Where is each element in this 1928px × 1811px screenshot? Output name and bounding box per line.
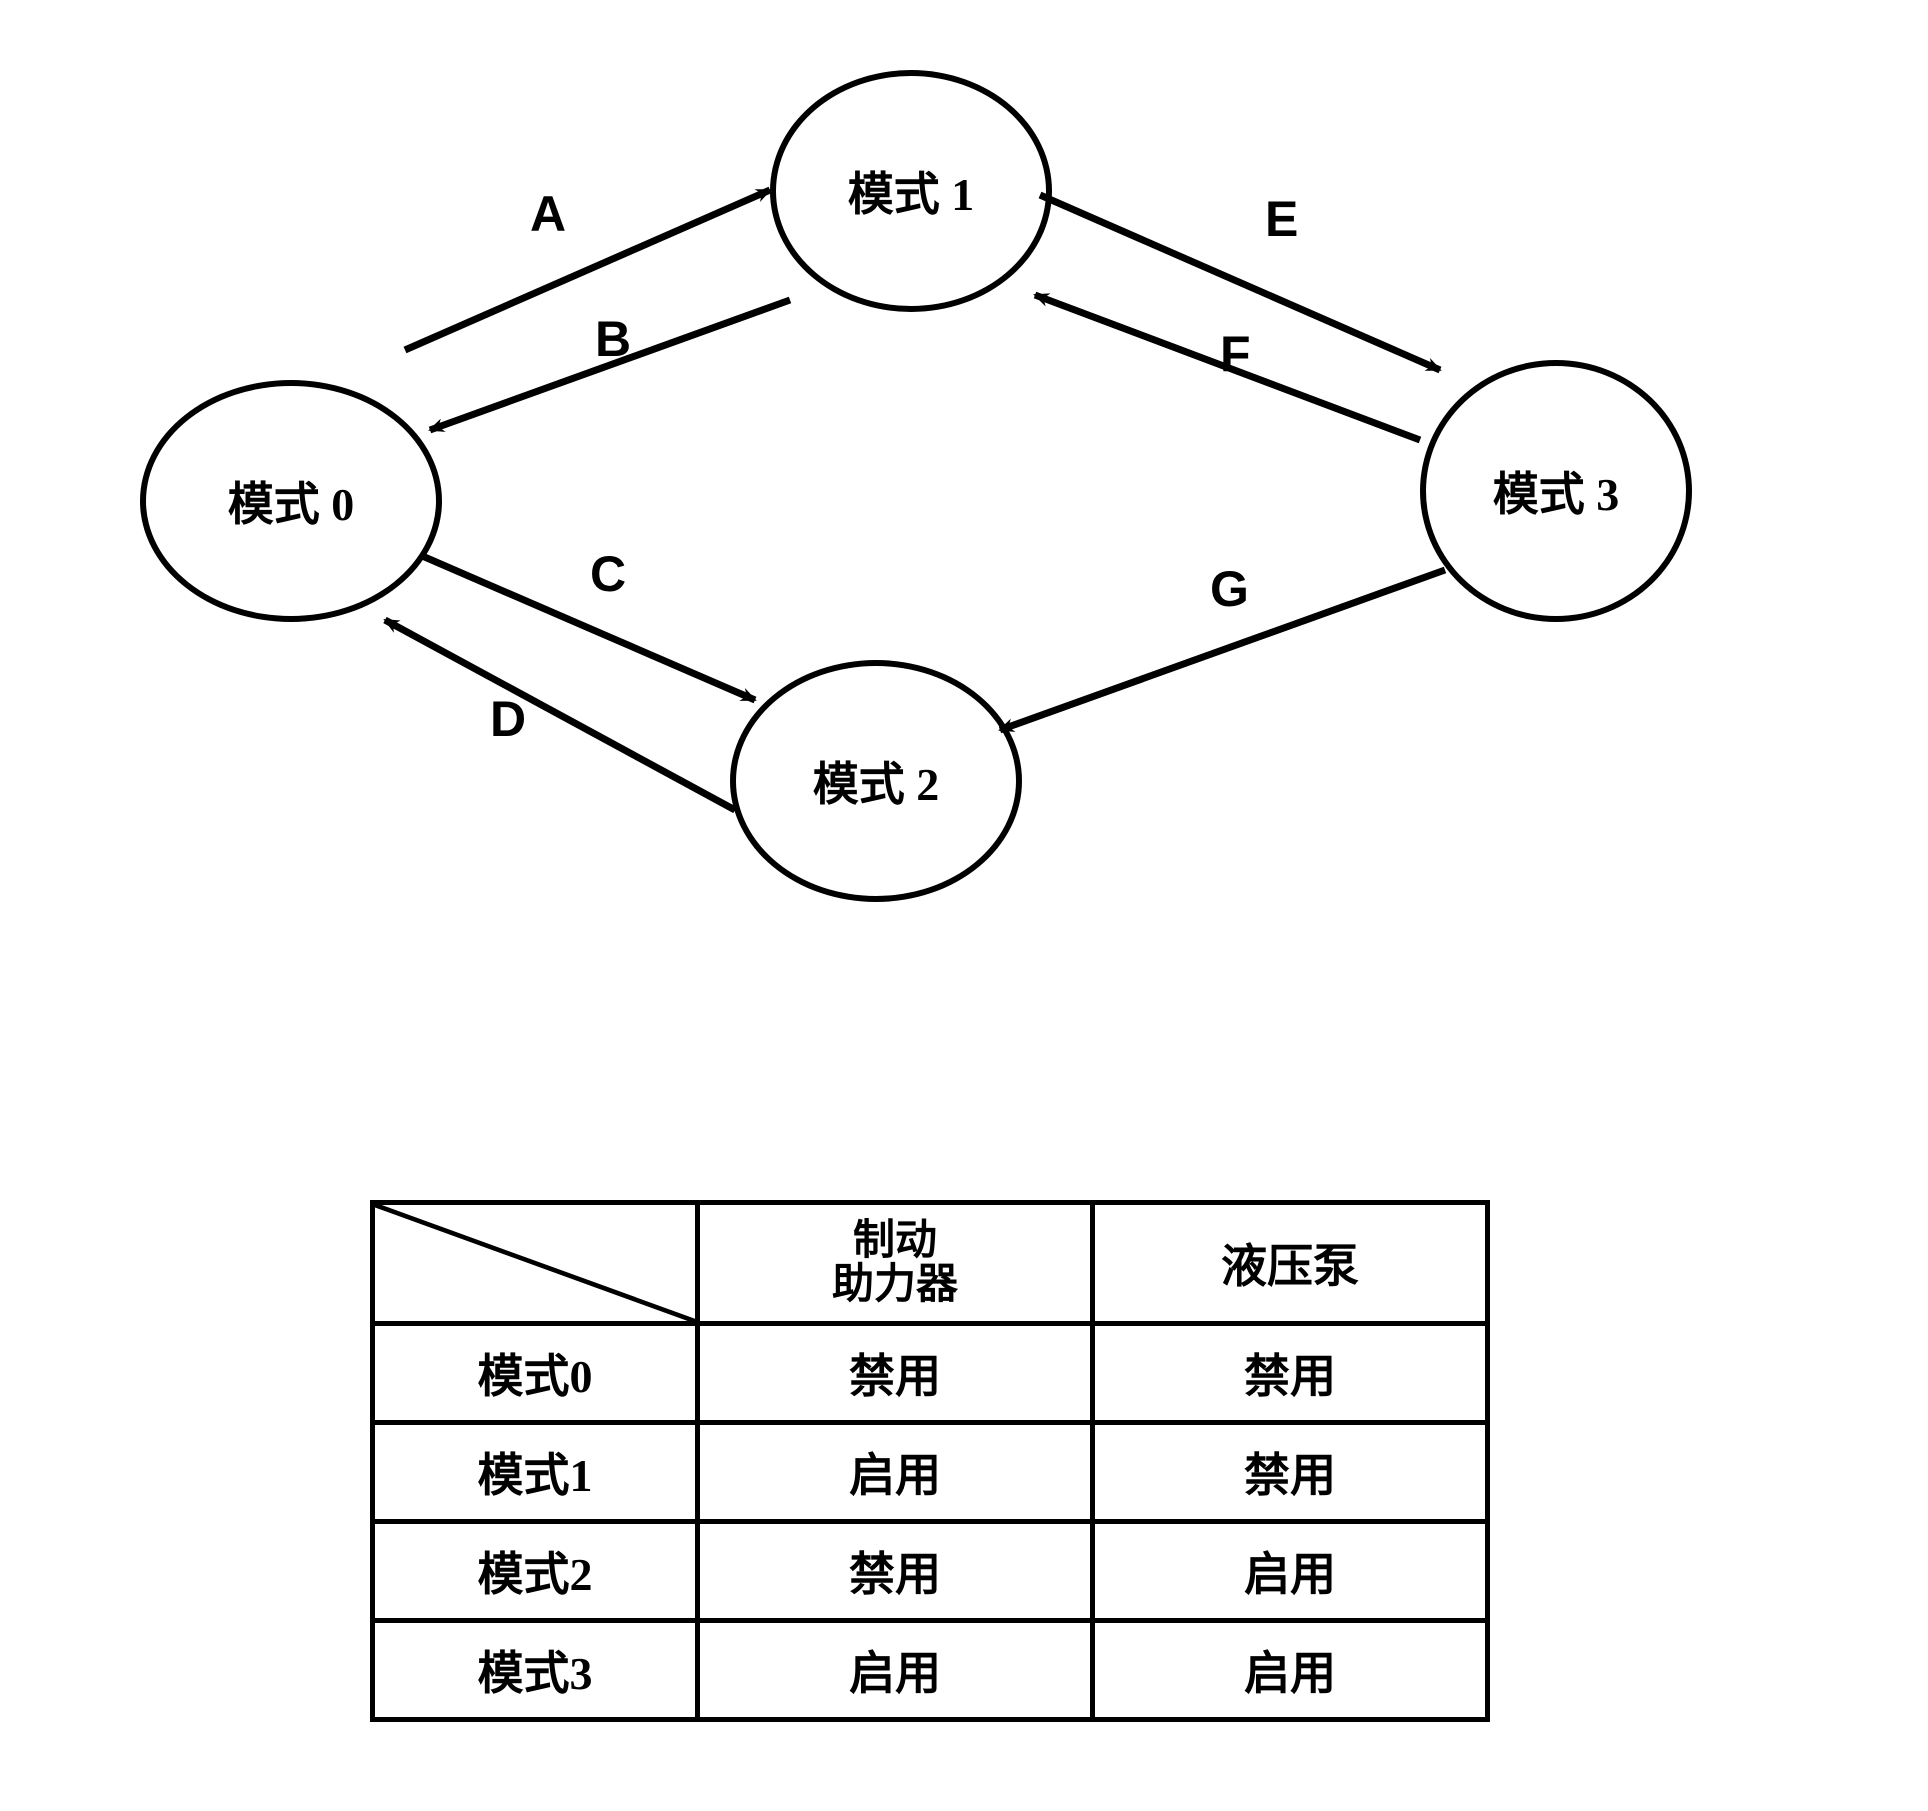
edge-label-G: G xyxy=(1210,560,1249,618)
table-header-booster: 制动 助力器 xyxy=(698,1203,1093,1324)
pump-header-text: 液压泵 xyxy=(1221,1241,1359,1292)
cell-pump: 禁用 xyxy=(1093,1423,1488,1522)
edge-C xyxy=(420,555,755,700)
cell-mode: 模式0 xyxy=(373,1324,698,1423)
table-row: 模式3 启用 启用 xyxy=(373,1621,1488,1720)
edge-label-B: B xyxy=(595,310,631,368)
state-mode1: 模式 1 xyxy=(770,70,1052,312)
cell-pump: 禁用 xyxy=(1093,1324,1488,1423)
booster-line1: 制动 xyxy=(853,1218,937,1264)
cell-booster: 禁用 xyxy=(698,1522,1093,1621)
cell-pump: 启用 xyxy=(1093,1621,1488,1720)
cell-mode: 模式3 xyxy=(373,1621,698,1720)
table-header-blank xyxy=(373,1203,698,1324)
state-mode0-label: 模式 0 xyxy=(228,468,355,534)
cell-booster: 启用 xyxy=(698,1621,1093,1720)
edge-A xyxy=(405,190,770,350)
edge-label-D: D xyxy=(490,690,526,748)
booster-line2: 助力器 xyxy=(832,1262,958,1308)
state-mode2: 模式 2 xyxy=(730,660,1022,902)
cell-mode: 模式1 xyxy=(373,1423,698,1522)
cell-mode: 模式2 xyxy=(373,1522,698,1621)
table-header-row: 制动 助力器 液压泵 xyxy=(373,1203,1488,1324)
table-header-pump: 液压泵 xyxy=(1093,1203,1488,1324)
edge-label-F: F xyxy=(1220,325,1251,383)
edge-label-A: A xyxy=(530,185,566,243)
state-mode3-label: 模式 3 xyxy=(1493,458,1620,524)
cell-pump: 启用 xyxy=(1093,1522,1488,1621)
diagonal-icon xyxy=(375,1205,695,1321)
table-row: 模式2 禁用 启用 xyxy=(373,1522,1488,1621)
state-mode1-label: 模式 1 xyxy=(848,158,975,224)
state-mode0: 模式 0 xyxy=(140,380,442,622)
mode-table: 制动 助力器 液压泵 模式0 禁用 禁用 模式1 启用 禁用 模式2 禁用 启用… xyxy=(370,1200,1490,1722)
state-mode3: 模式 3 xyxy=(1420,360,1692,622)
state-mode2-label: 模式 2 xyxy=(813,748,940,814)
edge-label-E: E xyxy=(1265,190,1298,248)
edge-D xyxy=(385,620,735,810)
cell-booster: 禁用 xyxy=(698,1324,1093,1423)
table-row: 模式0 禁用 禁用 xyxy=(373,1324,1488,1423)
edge-label-C: C xyxy=(590,545,626,603)
cell-booster: 启用 xyxy=(698,1423,1093,1522)
diagram-canvas: 模式 0 模式 1 模式 2 模式 3 A B C D E F G xyxy=(0,0,1928,1811)
table-row: 模式1 启用 禁用 xyxy=(373,1423,1488,1522)
